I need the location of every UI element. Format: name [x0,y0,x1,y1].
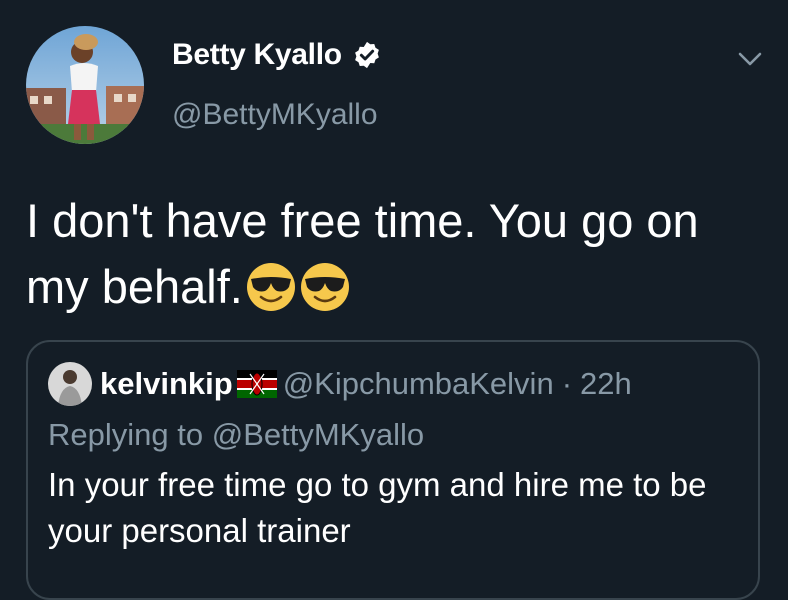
author-avatar[interactable] [26,26,144,144]
verified-badge-icon [354,41,379,69]
quoted-tweet-text: In your free time go to gym and hire me … [48,466,707,549]
separator-dot: · [561,366,573,401]
tweet-body: I don't have free time. You go on my beh… [26,188,766,320]
author-name-row: Betty Kyallo [172,38,382,72]
quoted-author-handle[interactable]: @KipchumbaKelvin [283,366,554,402]
quoted-author-name[interactable]: kelvinkip [100,366,233,402]
quoted-timestamp[interactable]: 22h [580,366,632,402]
sunglasses-emoji-icon [300,263,349,311]
quoted-author-avatar[interactable] [48,362,92,406]
kenya-flag-icon [236,370,277,398]
replying-to-handle[interactable]: @BettyMKyallo [212,417,424,452]
quoted-tweet-header: kelvinkip @KipchumbaKelvin · 22h [48,362,632,406]
chevron-down-icon[interactable] [736,48,764,70]
replying-to-line: Replying to @BettyMKyallo [48,417,424,453]
sunglasses-emoji-icon [246,263,295,311]
tweet-text: I don't have free time. You go on my beh… [26,194,699,313]
author-handle[interactable]: @BettyMKyallo [172,98,378,132]
replying-to-label: Replying to [48,417,204,452]
author-name[interactable]: Betty Kyallo [172,38,342,72]
